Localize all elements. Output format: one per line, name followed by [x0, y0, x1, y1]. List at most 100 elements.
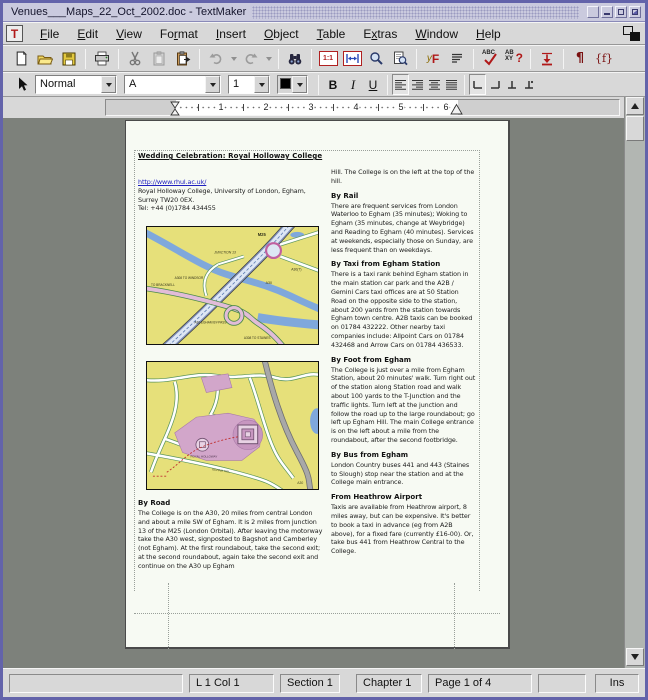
font-combobox[interactable]: A	[124, 75, 221, 94]
maximize-icon	[618, 9, 624, 15]
titlebar[interactable]: Venues___Maps_22_Oct_2002.doc - TextMake…	[3, 3, 645, 22]
zoom-button[interactable]	[364, 47, 388, 70]
app-menu-button[interactable]: T	[6, 25, 23, 42]
status-line-col[interactable]: L 1 Col 1	[189, 674, 274, 693]
font-color-dropdown-button[interactable]	[292, 76, 307, 93]
new-document-button[interactable]	[9, 47, 33, 70]
college-hyperlink[interactable]: http://www.rhul.ac.uk/	[138, 178, 206, 186]
font-size-dropdown-button[interactable]	[254, 76, 269, 93]
align-justify-button[interactable]	[443, 74, 460, 95]
tab-center-button[interactable]	[503, 74, 520, 95]
menu-help[interactable]: Help	[467, 25, 510, 43]
undo-icon	[209, 52, 223, 65]
restore-icon	[632, 9, 638, 15]
undo-dropdown[interactable]	[228, 47, 239, 70]
paragraph-format-button[interactable]	[445, 47, 469, 70]
tab-left-button[interactable]	[469, 74, 486, 95]
menu-edit[interactable]: Edit	[68, 25, 107, 43]
restore-button[interactable]	[629, 6, 641, 18]
pointer-arrow-icon	[16, 77, 29, 92]
tab-right-button[interactable]	[486, 74, 503, 95]
campus-map-image[interactable]: ROYAL HOLLOWAY EGHAM HILL A30	[146, 361, 319, 490]
shade-button[interactable]	[587, 6, 599, 18]
map-label-a30t: A30(T)	[291, 267, 301, 271]
save-floppy-icon	[62, 52, 76, 66]
ruler-active-area: 123456	[176, 100, 458, 115]
find-button[interactable]	[283, 47, 307, 70]
college-phone: Tel: +44 (0)1784 434455	[138, 204, 324, 213]
insert-field-button[interactable]: yF	[421, 47, 445, 70]
frame-guide	[134, 150, 135, 591]
open-button[interactable]	[33, 47, 57, 70]
save-button[interactable]	[57, 47, 81, 70]
thesaurus-xy-label: XY	[505, 56, 513, 62]
align-justify-icon	[445, 79, 458, 90]
redo-button[interactable]	[239, 47, 263, 70]
undo-button[interactable]	[204, 47, 228, 70]
thesaurus-button[interactable]: AB XY ?	[502, 47, 526, 70]
document-heading: Wedding Celebration: Royal Holloway Coll…	[138, 152, 322, 160]
indent-marker[interactable]	[170, 101, 180, 116]
vertical-scrollbar[interactable]	[624, 97, 645, 668]
align-center-button[interactable]	[426, 74, 443, 95]
menu-extras[interactable]: Extras	[354, 25, 406, 43]
menu-table[interactable]: Table	[308, 25, 355, 43]
paste-button[interactable]	[171, 47, 195, 70]
copy-button[interactable]	[147, 47, 171, 70]
font-size-combobox[interactable]: 1	[228, 75, 270, 94]
italic-button[interactable]: I	[343, 74, 363, 95]
style-value: Normal	[36, 76, 101, 93]
section-body: The College is on the A30, 20 miles from…	[138, 509, 325, 571]
style-dropdown-button[interactable]	[101, 76, 116, 93]
minimize-button[interactable]	[601, 6, 613, 18]
font-size-value: 1	[229, 76, 254, 93]
goto-bottom-button[interactable]	[535, 47, 559, 70]
map-label-a30: A30	[266, 281, 272, 285]
tab-decimal-button[interactable]	[520, 74, 537, 95]
menu-window[interactable]: Window	[406, 25, 467, 43]
zoom-100-button[interactable]: 1:1	[316, 47, 340, 70]
formula-icon: {f}	[595, 52, 613, 65]
insert-formula-button[interactable]: {f}	[592, 47, 616, 70]
status-insert-mode[interactable]: Ins	[595, 674, 639, 693]
tab-decimal-icon	[523, 79, 535, 90]
menu-view[interactable]: View	[107, 25, 151, 43]
redo-dropdown[interactable]	[263, 47, 274, 70]
menu-format[interactable]: Format	[151, 25, 207, 43]
print-preview-button[interactable]	[388, 47, 412, 70]
cut-button[interactable]	[123, 47, 147, 70]
redo-icon	[244, 52, 258, 65]
underline-button[interactable]: U	[363, 74, 383, 95]
motorway-map-image[interactable]: M25 JUNCTION 13 A30(T) A30 A308 TO WINDS…	[146, 226, 319, 345]
status-section[interactable]: Section 1	[280, 674, 340, 693]
bold-button[interactable]: B	[323, 74, 343, 95]
scroll-up-button[interactable]	[626, 97, 644, 115]
document-cascade-icon[interactable]	[623, 26, 640, 41]
document-page[interactable]: Wedding Celebration: Royal Holloway Coll…	[125, 120, 510, 649]
font-color-picker[interactable]	[277, 75, 308, 94]
scrollbar-thumb[interactable]	[626, 116, 644, 141]
align-right-icon	[411, 79, 424, 90]
status-message-pane	[9, 674, 183, 693]
menu-object[interactable]: Object	[255, 25, 308, 43]
font-dropdown-button[interactable]	[205, 76, 220, 93]
right-indent-marker[interactable]	[450, 103, 463, 115]
style-combobox[interactable]: Normal	[35, 75, 117, 94]
scroll-down-button[interactable]	[626, 648, 644, 666]
show-formatting-marks-button[interactable]: ¶	[568, 47, 592, 70]
fit-width-button[interactable]	[340, 47, 364, 70]
toolbar-separator	[464, 75, 465, 95]
align-left-button[interactable]	[392, 74, 409, 95]
binoculars-icon	[287, 52, 303, 66]
status-page[interactable]: Page 1 of 4	[428, 674, 532, 693]
align-right-button[interactable]	[409, 74, 426, 95]
maximize-button[interactable]	[615, 6, 627, 18]
spell-check-button[interactable]: ABC	[478, 47, 502, 70]
thesaurus-icon: AB XY ?	[505, 50, 523, 67]
status-chapter[interactable]: Chapter 1	[356, 674, 422, 693]
menu-file[interactable]: File	[31, 25, 68, 43]
down-to-line-icon	[540, 52, 554, 66]
menu-insert[interactable]: Insert	[207, 25, 255, 43]
print-button[interactable]	[90, 47, 114, 70]
object-pointer-button[interactable]	[9, 73, 35, 96]
